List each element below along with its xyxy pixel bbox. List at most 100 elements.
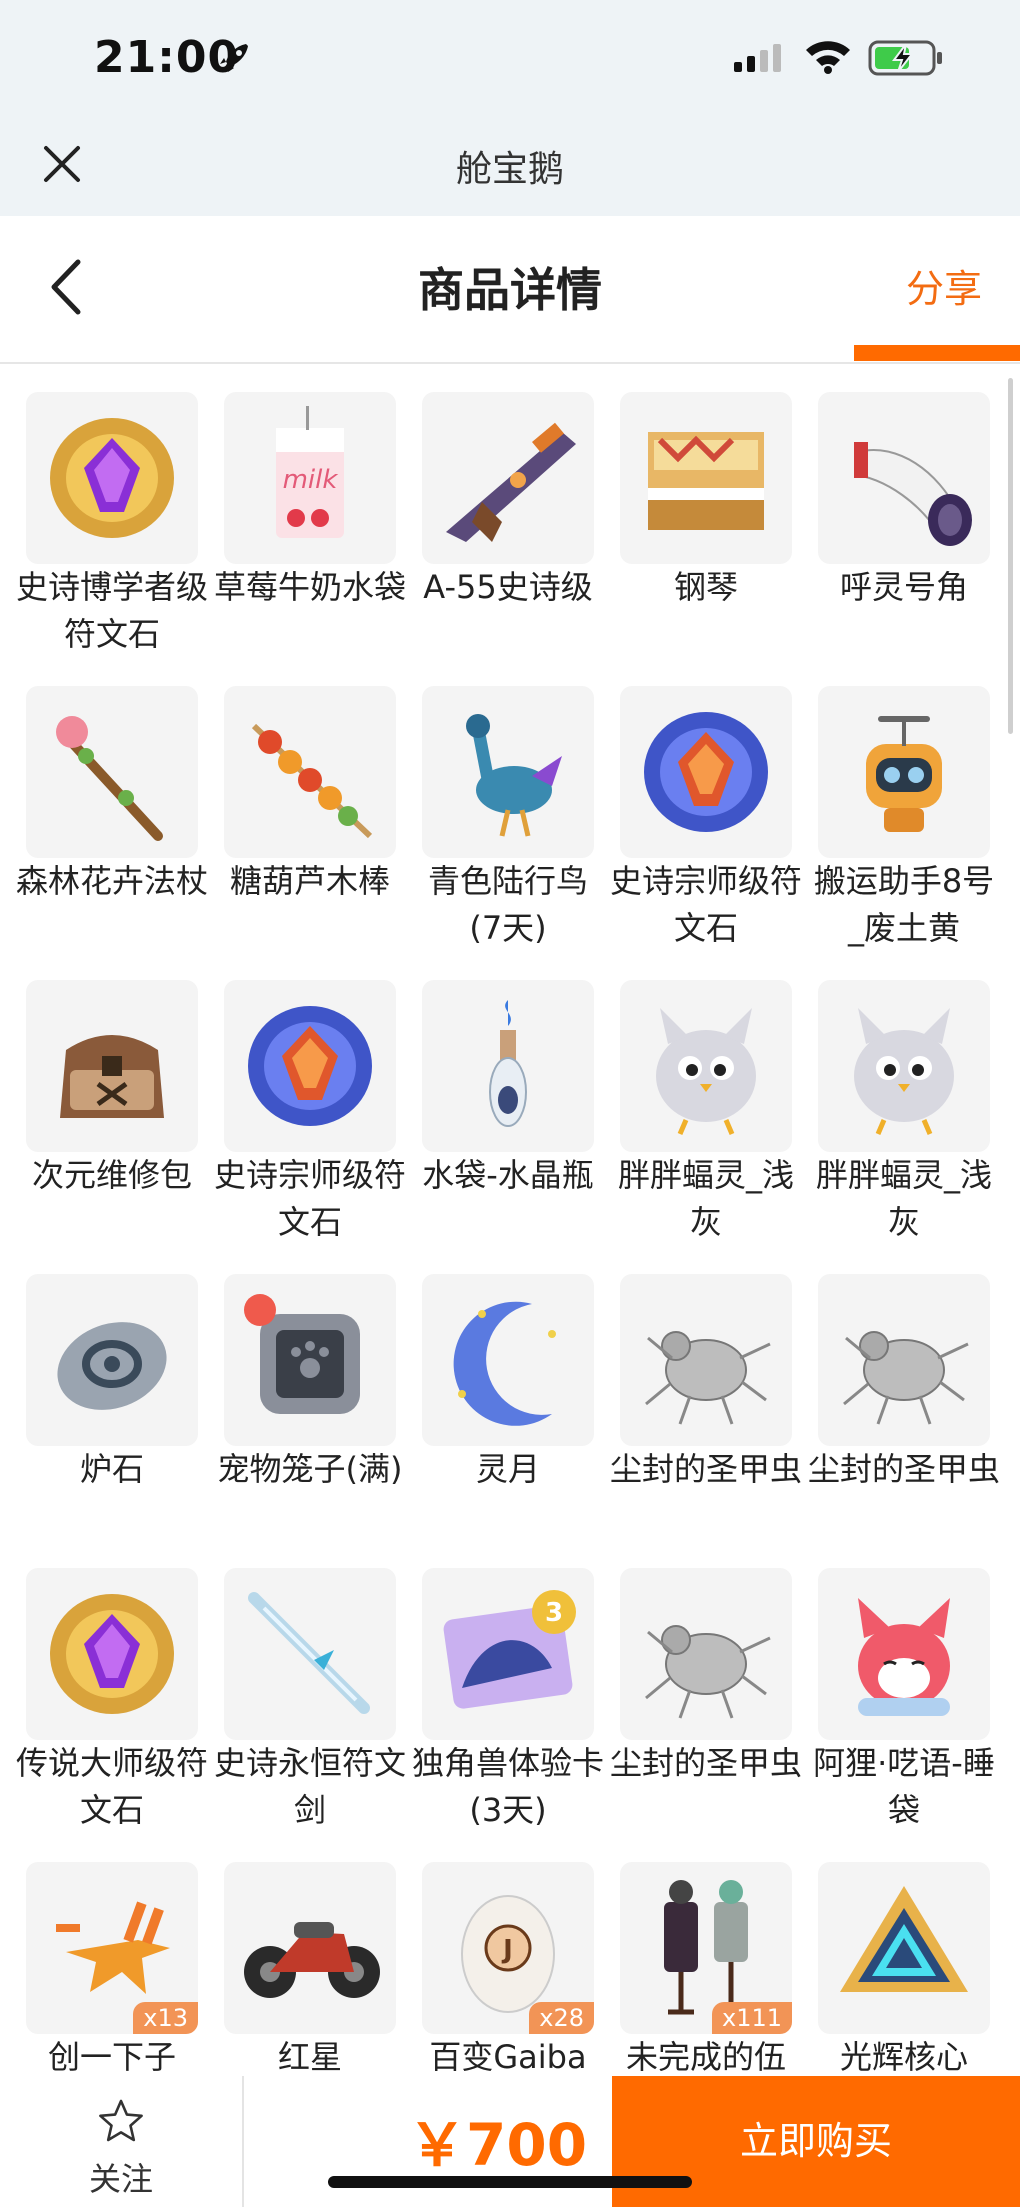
product-name: 阿狸·呓语-睡袋 (813, 1744, 995, 1829)
product-item[interactable]: 水袋-水晶瓶 (422, 980, 594, 1250)
product-item[interactable]: 钢琴 (620, 392, 792, 662)
staff-icon (56, 716, 163, 841)
product-item[interactable]: 阿狸·呓语-睡袋 (813, 1568, 995, 1838)
product-item[interactable]: 史诗博学者级符文石 (16, 392, 208, 662)
mini-app-title: 舱宝鹅 (455, 149, 564, 190)
pet-paw-badge (244, 1294, 276, 1326)
product-name: 红星 (277, 2038, 342, 2076)
product-item[interactable]: 糖葫芦木棒 (224, 686, 396, 956)
product-thumbnail: 3 (422, 1568, 594, 1740)
battery-charging-icon (868, 40, 942, 76)
bottle-icon (489, 1000, 527, 1127)
bike-icon (244, 1922, 380, 1998)
stone-icon (57, 1322, 167, 1410)
product-name: 森林花卉法杖 (16, 862, 209, 900)
horn-icon (854, 442, 972, 546)
product-thumbnail (422, 1274, 594, 1446)
top-area: 21:00 舱宝鹅 (0, 0, 1020, 216)
quantity-badge: x28 (529, 2002, 594, 2034)
product-name: 呼灵号角 (839, 568, 968, 606)
product-item[interactable]: 胖胖蝠灵_浅灰 (816, 980, 992, 1250)
milk-icon: milk (276, 406, 344, 538)
product-thumbnail (818, 686, 990, 858)
product-item[interactable]: 森林花卉法杖 (16, 686, 208, 956)
product-name: 光辉核心 (839, 2038, 968, 2076)
product-name: 独角兽体验卡(3天) (412, 1744, 605, 1829)
product-thumbnail (26, 980, 198, 1152)
product-thumbnail (26, 1274, 198, 1446)
product-name: 搬运助手8号_废土黄 (813, 862, 995, 947)
wifi-icon (806, 41, 850, 74)
product-name: 尘封的圣甲虫 (808, 1450, 1001, 1488)
beetle-icon (645, 1331, 771, 1425)
product-item[interactable]: 史诗宗师级符文石 (214, 980, 406, 1250)
product-item[interactable]: 胖胖蝠灵_浅灰 (618, 980, 794, 1250)
bat-icon (656, 1008, 756, 1135)
product-item[interactable]: 3 独角兽体验卡(3天) (412, 1568, 604, 1838)
product-item[interactable]: 尘封的圣甲虫 (610, 1568, 802, 1838)
product-item[interactable]: milk 草莓牛奶水袋 (214, 392, 406, 662)
gun-icon (446, 422, 576, 542)
page-title: 商品详情 (418, 263, 602, 317)
product-name: 传说大师级符文石 (16, 1744, 209, 1829)
nav-bar: 商品详情 分享 (0, 216, 1020, 364)
product-name: 史诗宗师级符文石 (214, 1156, 407, 1241)
product-name: A-55史诗级 (423, 568, 593, 606)
product-thumbnail (26, 1568, 198, 1740)
product-name: 炉石 (79, 1450, 144, 1488)
product-item[interactable]: 史诗永恒符文剑 (214, 1568, 406, 1838)
follow-label: 关注 (88, 2160, 153, 2198)
product-thumbnail: Jx28 (422, 1862, 594, 2034)
product-thumbnail (224, 686, 396, 858)
product-item[interactable]: 尘封的圣甲虫 (610, 1274, 802, 1544)
product-name: 次元维修包 (31, 1156, 192, 1194)
skewer-icon (251, 723, 373, 839)
product-thumbnail (224, 1862, 396, 2034)
product-item[interactable]: 次元维修包 (26, 980, 198, 1250)
star-icon (99, 2099, 143, 2142)
product-item[interactable]: 搬运助手8号_废土黄 (814, 686, 994, 956)
core-icon (840, 1886, 968, 1992)
product-name: 胖胖蝠灵_浅灰 (815, 1156, 992, 1241)
product-item[interactable]: 呼灵号角 (818, 392, 990, 662)
scrollbar[interactable] (1008, 378, 1013, 734)
product-name: 宠物笼子(满) (217, 1450, 403, 1488)
product-thumbnail: x13 (26, 1862, 198, 2034)
product-item[interactable]: 青色陆行鸟(7天) (422, 686, 594, 956)
rune-gold-icon (50, 1594, 174, 1714)
quantity-badge: x111 (711, 2002, 792, 2034)
quantity-badge: x13 (133, 2002, 198, 2034)
product-item[interactable]: 传说大师级符文石 (16, 1568, 208, 1838)
product-thumbnail (818, 980, 990, 1152)
product-thumbnail (422, 392, 594, 564)
follow-button[interactable]: 关注 (0, 2076, 244, 2207)
product-item[interactable]: 炉石 (26, 1274, 198, 1544)
bag-icon (60, 1035, 164, 1118)
rocket-icon (220, 44, 248, 72)
product-thumbnail (422, 686, 594, 858)
product-item[interactable]: 尘封的圣甲虫 (808, 1274, 1000, 1544)
product-thumbnail (620, 1274, 792, 1446)
product-item[interactable]: A-55史诗级 (422, 392, 594, 662)
bird-icon (466, 714, 562, 837)
product-thumbnail (620, 686, 792, 858)
product-name: 尘封的圣甲虫 (610, 1744, 803, 1782)
product-item[interactable]: 灵月 (422, 1274, 594, 1544)
sword-icon (248, 1592, 370, 1714)
product-name: 糖葫芦木棒 (229, 862, 390, 900)
product-thumbnail (620, 1568, 792, 1740)
signal-icon (734, 44, 781, 72)
product-thumbnail (620, 392, 792, 564)
product-name: 钢琴 (673, 568, 738, 606)
price: ￥700 (408, 2111, 588, 2179)
product-thumbnail: x111 (620, 1862, 792, 2034)
product-name: 史诗博学者级符文石 (16, 568, 209, 653)
robot-icon (866, 716, 942, 832)
product-thumbnail (224, 980, 396, 1152)
product-item[interactable]: 宠物笼子(满) (218, 1274, 402, 1544)
product-item[interactable]: 史诗宗师级符文石 (610, 686, 802, 956)
beetle-icon (645, 1625, 771, 1719)
share-button[interactable]: 分享 (906, 258, 982, 313)
card-icon: 3 (443, 1590, 576, 1709)
product-thumbnail: milk (224, 392, 396, 564)
